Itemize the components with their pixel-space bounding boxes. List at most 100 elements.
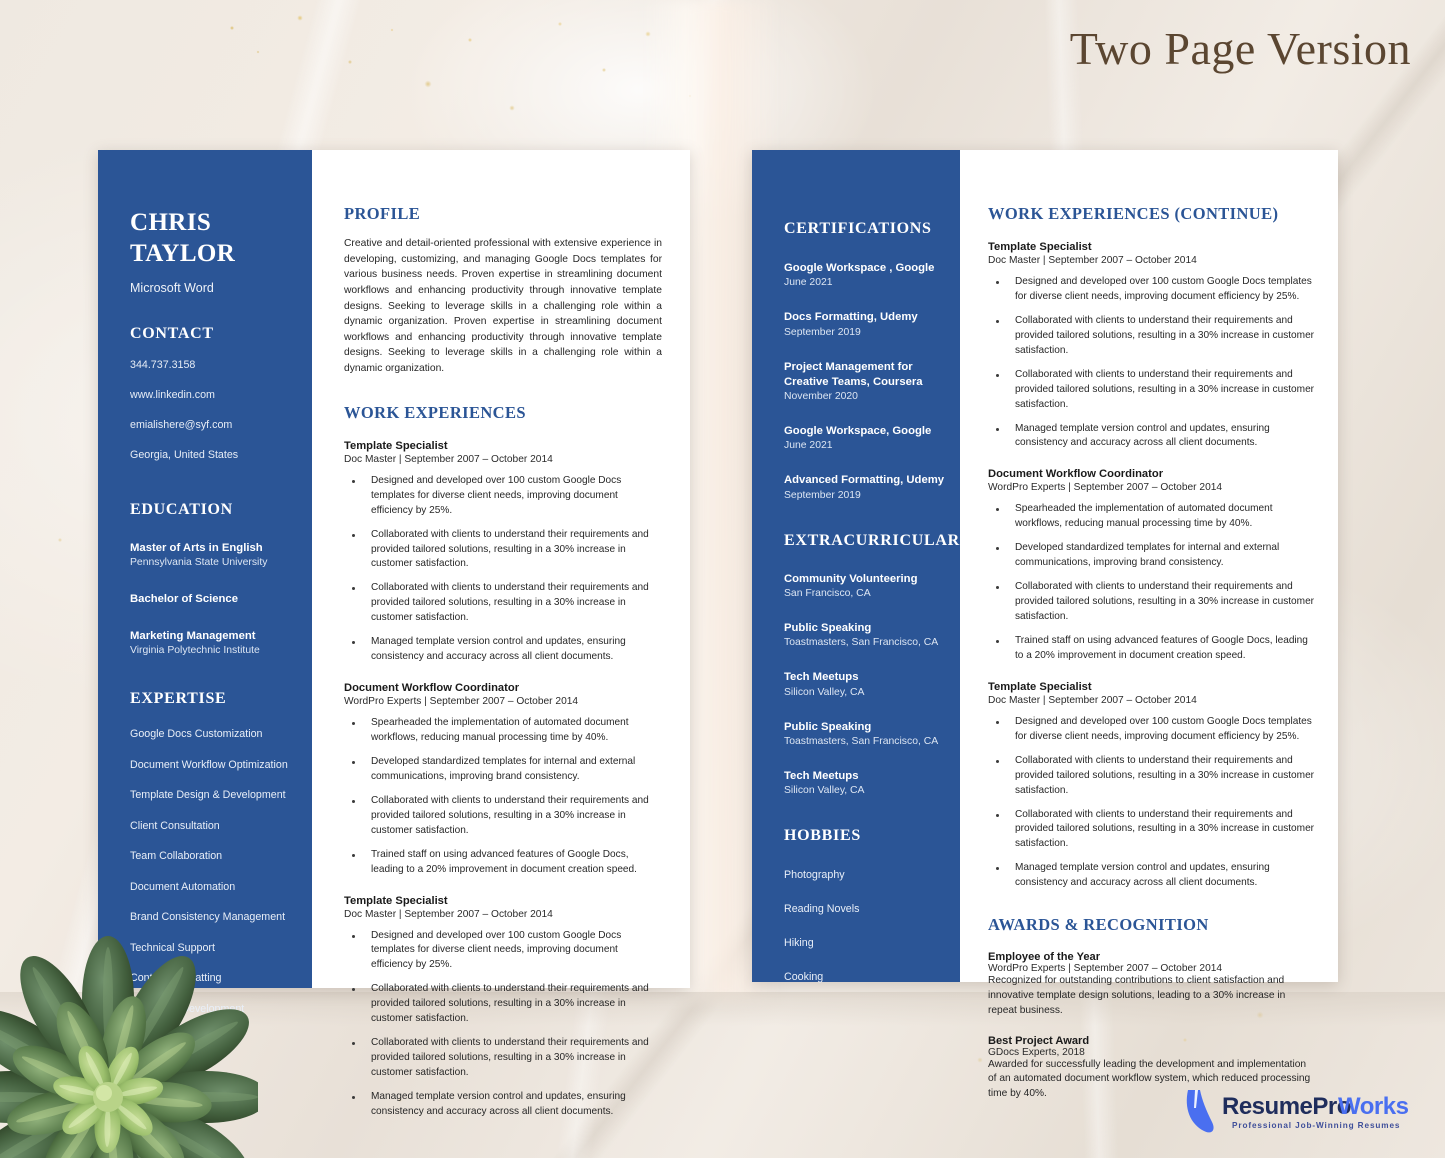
certification-name: Project Management for Creative Teams, C…: [784, 360, 923, 388]
expertise-item: Client Consultation: [130, 819, 220, 832]
job-meta: Doc Master | September 2007 – October 20…: [988, 694, 1197, 706]
job-entry: Document Workflow Coordinator WordPro Ex…: [988, 468, 1316, 663]
expertise-item: Team Collaboration: [130, 850, 223, 863]
award-meta: WordPro Experts | September 2007 – Octob…: [988, 963, 1223, 975]
job-bullet: Collaborated with clients to understand …: [988, 314, 1316, 359]
contact-email[interactable]: emialishere@syf.com: [130, 419, 312, 433]
job-bullet: Spearheaded the implementation of automa…: [988, 502, 1316, 532]
award-meta: GDocs Experts, 2018: [988, 1046, 1085, 1058]
expertise-item: Technical Support: [130, 941, 215, 954]
expertise-item: Template Design & Development: [130, 789, 286, 802]
page1-main: PROFILE Creative and detail-oriented pro…: [312, 150, 690, 1117]
education-degree: Marketing Management: [130, 630, 256, 643]
certifications-list: Google Workspace , Google June 2021 Docs…: [784, 261, 960, 503]
certification-date: November 2020: [784, 391, 858, 403]
certification-entry: Google Workspace , Google June 2021: [784, 261, 960, 290]
hobbies-heading: HOBBIES: [784, 827, 861, 845]
job-bullets: Designed and developed over 100 custom G…: [988, 715, 1316, 891]
candidate-subtitle: Microsoft Word: [130, 281, 214, 295]
hobby-item: Cooking: [784, 971, 824, 984]
candidate-name-line1: CHRIS: [130, 209, 212, 236]
education-heading: EDUCATION: [130, 500, 233, 518]
award-title: Employee of the Year: [988, 951, 1101, 964]
job-title: Template Specialist: [988, 680, 1092, 693]
resume-page-2: CERTIFICATIONS Google Workspace , Google…: [752, 150, 1338, 1099]
extracurricular-entry: Tech Meetups Silicon Valley, CA: [784, 769, 960, 798]
resumeproworks-logo[interactable]: ResumePro Works Professional Job-Winning…: [1182, 1088, 1432, 1140]
candidate-name-line2: TAYLOR: [130, 239, 236, 267]
job-title: Template Specialist: [344, 894, 448, 907]
extracurricular-name: Community Volunteering: [784, 572, 918, 585]
extracurricular-place: Toastmasters, San Francisco, CA: [784, 637, 939, 649]
certification-name: Google Workspace, Google: [784, 425, 932, 438]
job-bullet: Trained staff on using advanced features…: [344, 848, 662, 878]
education-degree: Bachelor of Science: [130, 592, 238, 605]
hobby-item: Reading Novels: [784, 903, 860, 916]
job-bullet: Designed and developed over 100 custom G…: [344, 929, 662, 974]
logo-name-part2: Works: [1338, 1093, 1409, 1120]
job-bullet: Trained staff on using advanced features…: [988, 634, 1316, 664]
job-bullets: Designed and developed over 100 custom G…: [988, 275, 1316, 451]
job-entry: Document Workflow Coordinator WordPro Ex…: [344, 682, 662, 877]
contact-heading: CONTACT: [130, 325, 214, 342]
job-bullet: Collaborated with clients to understand …: [988, 808, 1316, 853]
job-bullet: Designed and developed over 100 custom G…: [988, 715, 1316, 745]
expertise-item: Document Workflow Optimization: [130, 758, 288, 771]
extracurricular-entry: Public Speaking Toastmasters, San Franci…: [784, 720, 960, 749]
job-bullet: Developed standardized templates for int…: [344, 755, 662, 785]
certification-entry: Project Management for Creative Teams, C…: [784, 360, 960, 405]
certification-entry: Advanced Formatting, Udemy September 201…: [784, 473, 960, 502]
education-school: Virginia Polytechnic Institute: [130, 645, 260, 657]
education-entry: Master of Arts in English Pennsylvania S…: [130, 541, 312, 570]
expertise-list: Google Docs Customization Document Workf…: [130, 728, 312, 1015]
certifications-heading: CERTIFICATIONS: [784, 220, 932, 237]
job-bullet: Collaborated with clients to understand …: [988, 368, 1316, 413]
contact-location: Georgia, United States: [130, 448, 239, 461]
job-bullet: Managed template version control and upd…: [344, 1090, 662, 1120]
page1-sidebar: CHRIS TAYLOR Microsoft Word CONTACT 344.…: [98, 150, 312, 1015]
extracurricular-name: Tech Meetups: [784, 769, 859, 782]
job-bullet: Collaborated with clients to understand …: [344, 982, 662, 1027]
job-meta: Doc Master | September 2007 – October 20…: [988, 255, 1197, 266]
extracurricular-entry: Public Speaking Toastmasters, San Franci…: [784, 621, 960, 650]
job-entry: Template Specialist Doc Master | Septemb…: [344, 895, 662, 1120]
certification-date: June 2021: [784, 440, 833, 452]
extracurricular-name: Public Speaking: [784, 720, 872, 733]
job-meta: Doc Master | September 2007 – October 20…: [344, 453, 553, 465]
award-title: Best Project Award: [988, 1034, 1090, 1047]
certification-date: September 2019: [784, 489, 861, 501]
job-bullet: Managed template version control and upd…: [988, 422, 1316, 452]
profile-heading: PROFILE: [344, 204, 421, 223]
contact-phone: 344.737.3158: [130, 359, 196, 371]
logo-swoosh-icon: [1186, 1090, 1214, 1133]
job-bullet: Collaborated with clients to understand …: [344, 528, 662, 573]
extracurricular-list: Community Volunteering San Francisco, CA…: [784, 572, 960, 798]
expertise-heading: EXPERTISE: [130, 690, 227, 708]
expertise-item: Brand Consistency Management: [130, 911, 286, 924]
job-bullet: Collaborated with clients to understand …: [344, 1036, 662, 1081]
page-title: Two Page Version: [1069, 23, 1411, 74]
job-bullet: Managed template version control and upd…: [344, 635, 662, 665]
education-list: Master of Arts in English Pennsylvania S…: [130, 541, 312, 659]
extracurricular-place: Silicon Valley, CA: [784, 686, 865, 698]
extracurricular-place: Silicon Valley, CA: [784, 785, 865, 797]
extracurricular-entry: Tech Meetups Silicon Valley, CA: [784, 670, 960, 699]
extracurricular-heading: EXTRACURRICULAR: [784, 531, 960, 549]
expertise-item: Document Automation: [130, 880, 236, 893]
resume-page-1: CHRIS TAYLOR Microsoft Word CONTACT 344.…: [98, 150, 690, 1117]
contact-list: 344.737.3158 www.linkedin.com emialisher…: [130, 359, 312, 463]
expertise-item: Training & Development: [130, 1002, 245, 1015]
education-entry: Bachelor of Science: [130, 592, 312, 607]
certification-name: Google Workspace , Google: [784, 262, 935, 274]
profile-text: Creative and detail-oriented professiona…: [344, 238, 662, 375]
job-bullet: Collaborated with clients to understand …: [344, 581, 662, 626]
extracurricular-entry: Community Volunteering San Francisco, CA: [784, 572, 960, 601]
education-school: Pennsylvania State University: [130, 556, 268, 568]
contact-linkedin[interactable]: www.linkedin.com: [130, 389, 312, 403]
job-bullets: Spearheaded the implementation of automa…: [988, 502, 1316, 663]
page2-sidebar: CERTIFICATIONS Google Workspace , Google…: [752, 150, 960, 984]
job-meta: WordPro Experts | September 2007 – Octob…: [344, 696, 579, 708]
job-bullet: Collaborated with clients to understand …: [988, 754, 1316, 799]
hobby-item: Hiking: [784, 937, 814, 950]
award-description: Recognized for outstanding contributions…: [988, 975, 1286, 1016]
